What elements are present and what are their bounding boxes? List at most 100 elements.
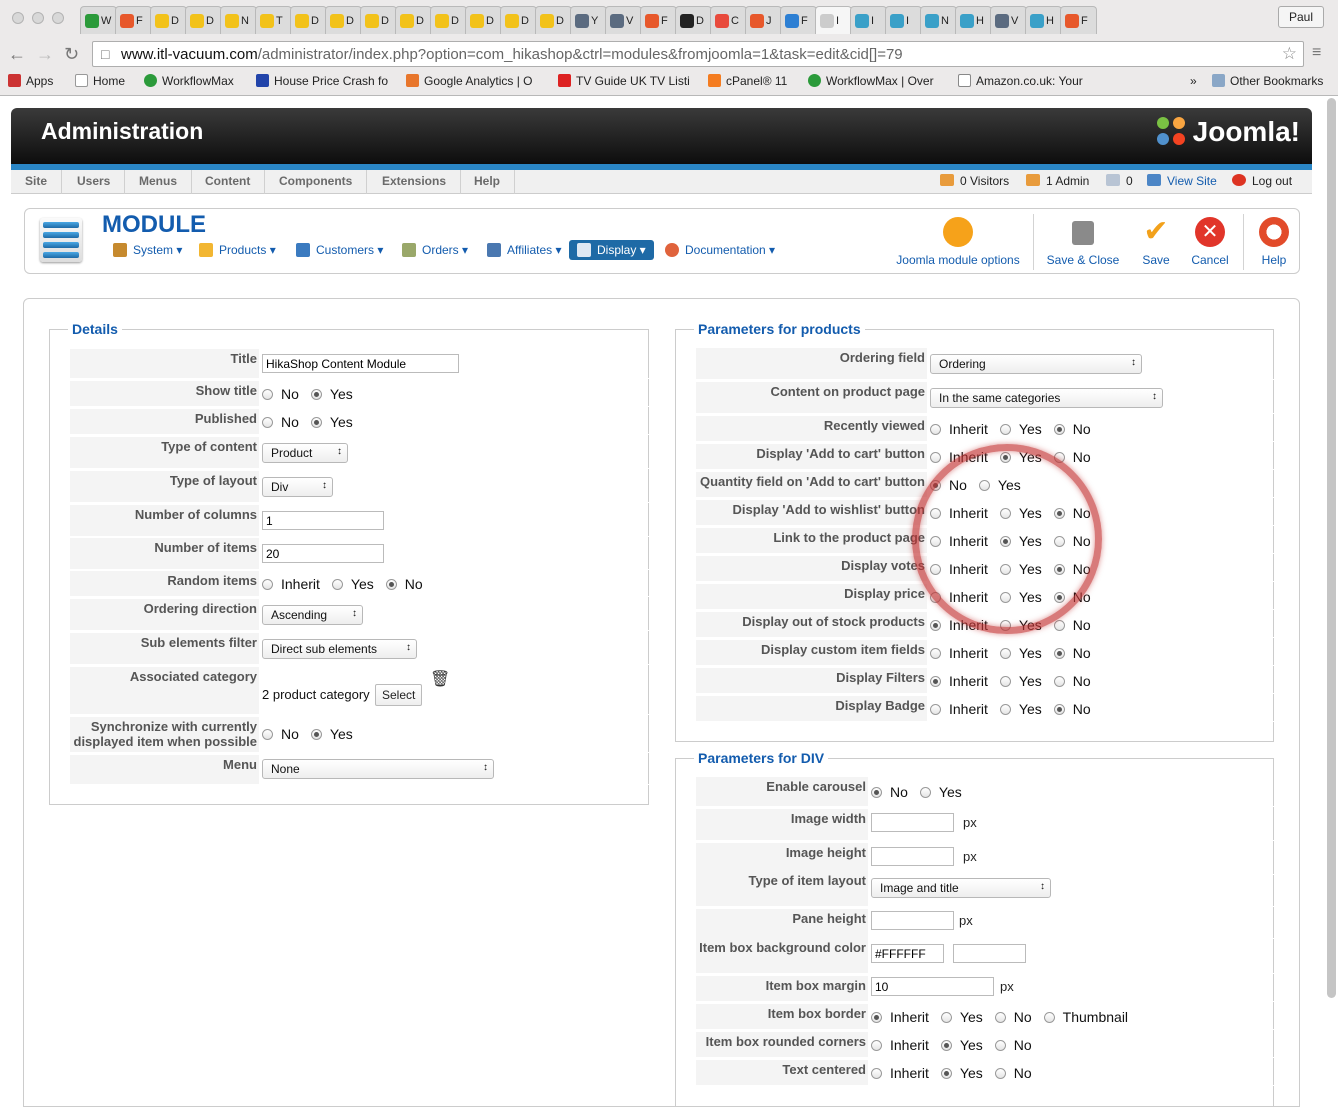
profile-button[interactable]: Paul (1277, 6, 1324, 28)
menu-select[interactable]: None (262, 759, 494, 779)
badge-option[interactable]: Yes (999, 701, 1042, 717)
radio-button[interactable] (999, 620, 1011, 631)
browser-tab[interactable]: H (1025, 6, 1062, 34)
browser-tab[interactable]: D (535, 6, 572, 34)
price-option[interactable]: No (1053, 589, 1091, 605)
browser-tab[interactable]: F (1060, 6, 1097, 34)
radio-button[interactable] (999, 564, 1011, 575)
browser-tab[interactable]: F (640, 6, 677, 34)
item-layout-select[interactable]: Image and title (871, 878, 1051, 898)
radio-button[interactable] (940, 1068, 952, 1079)
radio-button[interactable] (871, 1040, 882, 1051)
radio-button[interactable] (871, 1068, 882, 1079)
hika-menu-customers[interactable]: Customers ▾ (290, 242, 389, 258)
save-button[interactable]: ✔ Save (1135, 217, 1177, 268)
menu-help[interactable]: Help (460, 170, 516, 194)
custom-fields-option[interactable]: No (1053, 645, 1091, 661)
visitors-status[interactable]: 0 Visitors (940, 174, 1009, 188)
radio-button[interactable] (1053, 508, 1065, 519)
badge-option[interactable]: No (1053, 701, 1091, 717)
radio-button[interactable] (919, 787, 931, 798)
browser-tab[interactable]: D (325, 6, 362, 34)
radio-button[interactable] (1053, 620, 1065, 631)
bookmarks-overflow[interactable]: » (1190, 74, 1197, 88)
badge-option[interactable]: Inherit (930, 701, 988, 717)
random-items-option[interactable]: No (385, 576, 423, 592)
browser-tab[interactable]: D (290, 6, 327, 34)
item-border-option[interactable]: Thumbnail (1043, 1009, 1128, 1025)
price-option[interactable]: Yes (999, 589, 1042, 605)
bookmark-workflowmax-2[interactable]: WorkflowMax | Over (808, 74, 934, 88)
radio-button[interactable] (999, 424, 1011, 435)
ordering-field-select[interactable]: Ordering (930, 354, 1142, 374)
hika-menu-affiliates[interactable]: Affiliates ▾ (481, 242, 568, 258)
radio-button[interactable] (999, 452, 1011, 463)
radio-button[interactable] (930, 508, 941, 519)
votes-option[interactable]: No (1053, 561, 1091, 577)
link-product-option[interactable]: No (1053, 533, 1091, 549)
radio-button[interactable] (930, 424, 941, 435)
browser-tab[interactable]: D (150, 6, 187, 34)
radio-button[interactable] (310, 389, 322, 400)
hika-menu-orders[interactable]: Orders ▾ (396, 242, 474, 258)
hika-menu-system[interactable]: System ▾ (107, 242, 188, 258)
add-cart-option[interactable]: Inherit (930, 449, 988, 465)
type-layout-select[interactable]: Div (262, 477, 333, 497)
bg-color-input[interactable] (871, 944, 944, 963)
browser-tab[interactable]: I (850, 6, 887, 34)
item-border-option[interactable]: Yes (940, 1009, 983, 1025)
radio-button[interactable] (871, 1012, 882, 1023)
radio-button[interactable] (1053, 648, 1065, 659)
cancel-button[interactable]: ✕ Cancel (1187, 217, 1233, 267)
text-centered-option[interactable]: Yes (940, 1065, 983, 1081)
radio-button[interactable] (262, 389, 273, 400)
back-icon[interactable]: ← (8, 44, 26, 65)
radio-button[interactable] (1053, 564, 1065, 575)
help-button[interactable]: Help (1251, 217, 1297, 267)
browser-tab[interactable]: F (115, 6, 152, 34)
close-window-icon[interactable] (12, 12, 24, 24)
page-scrollbar[interactable] (1327, 98, 1336, 998)
radio-button[interactable] (999, 648, 1011, 659)
browser-tab[interactable]: I (815, 6, 852, 34)
rounded-corners-option[interactable]: No (994, 1037, 1032, 1053)
recently-viewed-option[interactable]: Yes (999, 421, 1042, 437)
item-border-option[interactable]: Inherit (871, 1009, 929, 1025)
browser-tab[interactable]: D (500, 6, 537, 34)
bookmark-apps[interactable]: Apps (8, 74, 53, 88)
sub-filter-select[interactable]: Direct sub elements (262, 639, 417, 659)
num-columns-input[interactable] (262, 511, 384, 530)
bookmark-amazon[interactable]: Amazon.co.uk: Your (958, 74, 1083, 88)
bg-color-swatch[interactable] (953, 944, 1026, 963)
synchronize-option[interactable]: No (262, 726, 299, 742)
menu-users[interactable]: Users (63, 170, 126, 194)
votes-option[interactable]: Inherit (930, 561, 988, 577)
rounded-corners-option[interactable]: Inherit (871, 1037, 929, 1053)
num-items-input[interactable] (262, 544, 384, 563)
type-content-select[interactable]: Product (262, 443, 348, 463)
radio-button[interactable] (1053, 704, 1065, 715)
browser-tab[interactable]: D (675, 6, 712, 34)
link-product-option[interactable]: Yes (999, 533, 1042, 549)
radio-button[interactable] (1053, 424, 1065, 435)
admins-status[interactable]: 1 Admin (1026, 174, 1089, 188)
radio-button[interactable] (994, 1068, 1006, 1079)
text-centered-option[interactable]: Inherit (871, 1065, 929, 1081)
random-items-option[interactable]: Inherit (262, 576, 320, 592)
ordering-dir-select[interactable]: Ascending (262, 605, 363, 625)
view-site-link[interactable]: View Site (1147, 174, 1217, 188)
content-page-select[interactable]: In the same categories (930, 388, 1163, 408)
filters-option[interactable]: No (1053, 673, 1091, 689)
browser-tab[interactable]: D (360, 6, 397, 34)
wishlist-option[interactable]: Inherit (930, 505, 988, 521)
radio-button[interactable] (978, 480, 990, 491)
browser-tab[interactable]: D (185, 6, 222, 34)
minimize-window-icon[interactable] (32, 12, 44, 24)
item-border-option[interactable]: No (994, 1009, 1032, 1025)
browser-tab[interactable]: N (220, 6, 257, 34)
radio-button[interactable] (871, 787, 882, 798)
menu-extensions[interactable]: Extensions (368, 170, 462, 194)
radio-button[interactable] (1053, 592, 1065, 603)
trash-icon[interactable]: 🗑 (430, 669, 450, 716)
bookmark-tv-guide[interactable]: TV Guide UK TV Listi (558, 74, 690, 88)
